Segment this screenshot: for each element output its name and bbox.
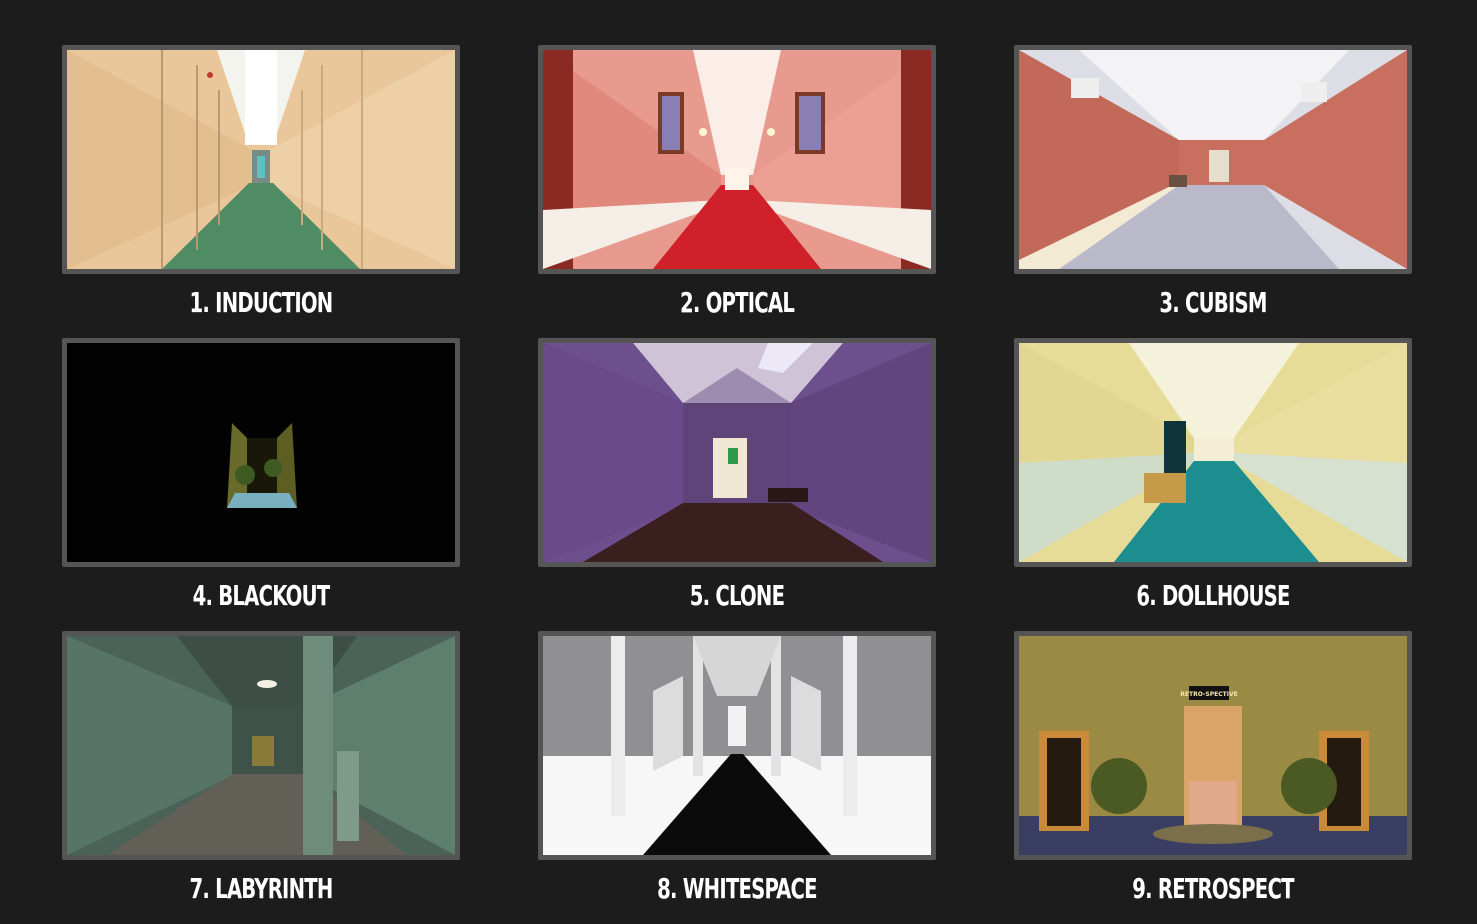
level-thumbnail-frame[interactable]: RETRO-SPECTIVE <box>1014 631 1412 860</box>
cubism-thumbnail <box>1019 50 1407 269</box>
level-card-induction[interactable]: 1. INDUCTION <box>62 45 460 338</box>
whitespace-thumbnail <box>543 636 931 855</box>
level-card-whitespace[interactable]: 8. WHITESPACE <box>538 631 936 924</box>
level-title: 3. CUBISM <box>1159 286 1267 319</box>
level-title: 4. BLACKOUT <box>192 579 331 612</box>
level-title: 8. WHITESPACE <box>657 872 817 905</box>
level-card-labyrinth[interactable]: 7. LABYRINTH <box>62 631 460 924</box>
clone-thumbnail <box>543 343 931 562</box>
level-thumbnail-frame[interactable] <box>538 45 936 274</box>
level-thumbnail-frame[interactable] <box>1014 338 1412 567</box>
level-thumbnail-frame[interactable] <box>538 631 936 860</box>
level-title: 6. DOLLHOUSE <box>1136 579 1290 612</box>
induction-thumbnail <box>67 50 455 269</box>
level-thumbnail-frame[interactable] <box>62 631 460 860</box>
level-title: 5. CLONE <box>689 579 785 612</box>
level-thumbnail-frame[interactable] <box>538 338 936 567</box>
level-title: 1. INDUCTION <box>189 286 334 319</box>
level-card-dollhouse[interactable]: 6. DOLLHOUSE <box>1014 338 1412 631</box>
level-thumbnail-frame[interactable] <box>1014 45 1412 274</box>
blackout-thumbnail <box>67 343 455 562</box>
level-thumbnail-frame[interactable] <box>62 45 460 274</box>
labyrinth-thumbnail <box>67 636 455 855</box>
level-title: 9. RETROSPECT <box>1132 872 1294 905</box>
level-card-blackout[interactable]: 4. BLACKOUT <box>62 338 460 631</box>
retrospect-thumbnail: RETRO-SPECTIVE <box>1019 636 1407 855</box>
level-card-clone[interactable]: 5. CLONE <box>538 338 936 631</box>
level-card-retrospect[interactable]: RETRO-SPECTIVE 9. RETROSPECT <box>1014 631 1412 924</box>
level-title: 7. LABYRINTH <box>189 872 333 905</box>
optical-thumbnail <box>543 50 931 269</box>
level-grid: 1. INDUCTION 2. OPTICAL 3. CUBISM 4. BLA… <box>62 45 1412 924</box>
dollhouse-thumbnail <box>1019 343 1407 562</box>
level-card-optical[interactable]: 2. OPTICAL <box>538 45 936 338</box>
level-title: 2. OPTICAL <box>679 286 795 319</box>
level-card-cubism[interactable]: 3. CUBISM <box>1014 45 1412 338</box>
level-thumbnail-frame[interactable] <box>62 338 460 567</box>
door-sign-text: RETRO-SPECTIVE <box>1180 691 1237 698</box>
